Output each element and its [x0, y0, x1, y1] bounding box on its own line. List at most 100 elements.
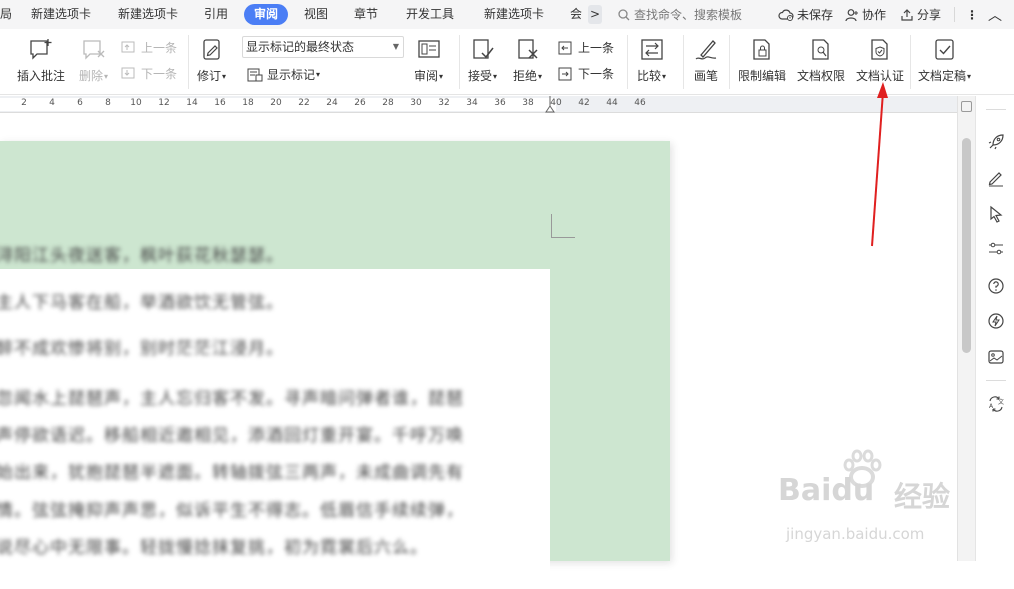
ruler-tick-label: 34: [466, 98, 478, 108]
command-search[interactable]: 查找命令、搜索模板: [618, 0, 742, 29]
sliders-settings-icon[interactable]: [986, 239, 1006, 259]
next-change-button[interactable]: 下一条: [558, 65, 614, 82]
prev-change-button[interactable]: 上一条: [558, 39, 614, 56]
share-icon: [901, 8, 913, 21]
image-tool-icon[interactable]: [986, 347, 1006, 367]
ruler-tick-label: 44: [606, 98, 618, 108]
scroll-top-button[interactable]: [961, 101, 972, 112]
reject-button[interactable]: 拒绝▾: [513, 37, 542, 84]
chevron-down-icon: ▼: [392, 42, 399, 51]
red-arrow-icon: [871, 82, 888, 247]
help-icon[interactable]: [986, 276, 1006, 296]
delete-comment-button[interactable]: 删除▾: [79, 37, 108, 84]
collapse-ribbon-button[interactable]: ︿: [988, 0, 1002, 29]
restrict-editing-button[interactable]: 限制编辑: [738, 37, 786, 83]
margin-crop-mark: [551, 214, 575, 238]
ruler-tick-label: 24: [326, 98, 338, 108]
lock-document-icon: [749, 37, 775, 63]
ruler-tick-label: 16: [214, 98, 226, 108]
edit-pen-icon[interactable]: [986, 168, 1006, 188]
ruler-tick-label: 22: [298, 98, 310, 108]
ruler-tick-label: 26: [354, 98, 366, 108]
document-text-line[interactable]: 忽闻水上琵琶声，主人忘归客不发。寻声暗问弹者谁，琵琶: [0, 384, 464, 409]
horizontal-ruler[interactable]: 2 4 6 8 10 12 14 16 18 20 22 24 26 28 30 32 34 36 38 40 42 44…: [0, 96, 957, 113]
top-divider: [954, 7, 955, 22]
compare-icon: [639, 37, 665, 63]
document-text-line[interactable]: 醉不成欢惨将别，别时茫茫江浸月。: [0, 334, 284, 359]
reject-icon: [515, 37, 541, 63]
tab-scroll-right-button[interactable]: >: [588, 5, 602, 24]
ruler-tick-label: 36: [494, 98, 506, 108]
ruler-tick-label: 38: [522, 98, 534, 108]
tab-item[interactable]: 引用: [204, 0, 228, 29]
show-markup-icon: [247, 68, 263, 81]
tab-review[interactable]: 审阅: [244, 4, 289, 25]
tab-item[interactable]: 新建选项卡: [118, 0, 178, 29]
ribbon-divider: [683, 35, 684, 89]
comment-delete-icon: [81, 37, 107, 63]
next-comment-button[interactable]: 下一条: [121, 65, 177, 82]
track-changes-button[interactable]: 修订▾: [197, 37, 226, 84]
accept-icon: [470, 37, 496, 63]
ruler-tick-label: 8: [105, 98, 111, 108]
user-icon: [845, 8, 858, 21]
document-text-line[interactable]: 情。弦弦掩抑声声思，似诉平生不得志。低眉信手续续弹，: [0, 496, 464, 521]
review-pane-icon: [416, 37, 442, 63]
shield-document-icon: [867, 37, 893, 63]
tab-item[interactable]: 视图: [304, 0, 328, 29]
more-options-button[interactable]: ⋮: [966, 0, 978, 29]
tab-item[interactable]: 开发工具: [406, 0, 454, 29]
permission-icon: [808, 37, 834, 63]
markup-state-select[interactable]: 显示标记的最终状态 ▼: [242, 36, 404, 58]
ruler-tick-label: 18: [242, 98, 254, 108]
indent-marker-icon[interactable]: [545, 96, 555, 113]
review-pane-button[interactable]: 审阅▾: [414, 37, 443, 84]
tab-item[interactable]: 章节: [354, 0, 378, 29]
cloud-icon: [778, 9, 794, 21]
insert-comment-button[interactable]: 插入批注: [17, 37, 65, 83]
document-text-line[interactable]: 浔阳江头夜送客，枫叶荻花秋瑟瑟。: [0, 241, 284, 266]
ribbon-divider: [910, 35, 911, 89]
cursor-select-icon[interactable]: [986, 204, 1006, 224]
next-change-icon: [558, 67, 572, 80]
ruler-tick-label: 14: [186, 98, 198, 108]
finalize-icon: [932, 37, 958, 63]
tab-item[interactable]: 新建选项卡: [484, 0, 544, 29]
document-text-line[interactable]: 主人下马客在船，举酒欲饮无管弦。: [0, 288, 284, 313]
collaborate-button[interactable]: 协作: [845, 0, 886, 29]
tab-item[interactable]: 会: [570, 0, 582, 29]
ruler-tick-label: 10: [130, 98, 142, 108]
compare-button[interactable]: 比较▾: [637, 37, 666, 84]
watermark-brand: Baidu: [778, 473, 875, 508]
show-markup-button[interactable]: 显示标记 ▾: [247, 66, 320, 83]
document-finalize-button[interactable]: 文档定稿▾: [918, 37, 971, 84]
ruler-tick-label: 32: [438, 98, 450, 108]
ribbon-divider: [729, 35, 730, 89]
document-permission-button[interactable]: 文档权限: [797, 37, 845, 83]
share-button[interactable]: 分享: [900, 0, 941, 29]
unsaved-button[interactable]: 未保存: [778, 0, 833, 29]
ruler-tick-label: 42: [578, 98, 590, 108]
ruler-tick-label: 12: [158, 98, 170, 108]
svg-text:文: 文: [998, 398, 1004, 406]
share-label: 分享: [917, 8, 942, 22]
tab-item[interactable]: 新建选项卡: [31, 0, 91, 29]
document-text-line[interactable]: 说尽心中无限事。轻拢慢捻抹复挑，初为霓裳后六么。: [0, 533, 428, 558]
ink-pen-button[interactable]: 画笔: [693, 37, 719, 83]
accept-button[interactable]: 接受▾: [468, 37, 497, 84]
scrollbar-thumb[interactable]: [962, 138, 971, 353]
rocket-icon[interactable]: [986, 132, 1006, 152]
document-text-line[interactable]: 声停欲语迟。移船相近邀相见，添酒回灯重开宴。千呼万唤: [0, 421, 464, 446]
prev-comment-button[interactable]: 上一条: [121, 39, 177, 56]
ribbon-divider: [627, 35, 628, 89]
tab-item[interactable]: 局: [0, 0, 12, 29]
ruler-tick-label: 46: [634, 98, 646, 108]
watermark-url: jingyan.baidu.com: [786, 525, 925, 543]
prev-change-icon: [558, 41, 572, 54]
document-certify-button[interactable]: 文档认证: [856, 37, 904, 83]
lightning-icon[interactable]: [986, 311, 1006, 331]
translate-icon[interactable]: A文: [986, 394, 1006, 414]
ruler-tick-label: 6: [77, 98, 83, 108]
document-text-line[interactable]: 始出来，犹抱琵琶半遮面。转轴拨弦三两声，未成曲调先有: [0, 458, 464, 483]
track-changes-icon: [199, 37, 225, 63]
